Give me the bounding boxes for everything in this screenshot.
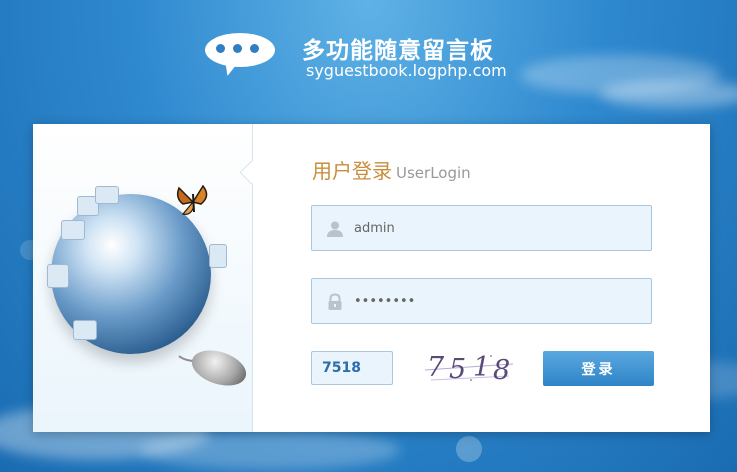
password-input[interactable] xyxy=(354,279,634,323)
site-title: 多功能随意留言板 xyxy=(302,38,494,64)
ellipsis-icon xyxy=(216,44,259,53)
captcha-char: 8 xyxy=(493,355,511,386)
captcha-image[interactable]: 7 5 1 8 xyxy=(421,350,517,386)
chat-bubble-tail xyxy=(219,58,239,78)
user-icon xyxy=(327,221,343,237)
password-field[interactable] xyxy=(311,278,652,324)
cloud-decoration xyxy=(600,80,737,108)
illustration-panel xyxy=(33,124,253,432)
login-title-en: UserLogin xyxy=(396,164,471,182)
cloud-decoration xyxy=(140,430,400,470)
butterfly-icon xyxy=(176,184,208,215)
login-title-cn: 用户登录 xyxy=(312,159,392,183)
login-button[interactable]: 登录 xyxy=(543,351,654,386)
puzzle-piece xyxy=(209,244,227,268)
login-title: 用户登录 UserLogin xyxy=(312,155,471,184)
username-input[interactable] xyxy=(354,206,634,250)
puzzle-piece xyxy=(61,220,85,240)
captcha-char: 1 xyxy=(473,352,491,383)
login-card: 用户登录UserLogin 7 5 1 8 登录 xyxy=(33,124,710,432)
username-field[interactable] xyxy=(311,205,652,251)
puzzle-piece xyxy=(47,264,69,288)
puzzle-piece xyxy=(95,186,119,204)
captcha-char: 7 xyxy=(427,352,445,383)
bokeh-decoration xyxy=(456,436,482,462)
lock-icon xyxy=(328,293,342,310)
site-domain: syguestbook.logphp.com xyxy=(306,61,507,80)
puzzle-piece xyxy=(73,320,97,340)
captcha-input[interactable] xyxy=(312,352,392,384)
captcha-char: 5 xyxy=(449,354,467,385)
captcha-field[interactable] xyxy=(311,351,393,385)
